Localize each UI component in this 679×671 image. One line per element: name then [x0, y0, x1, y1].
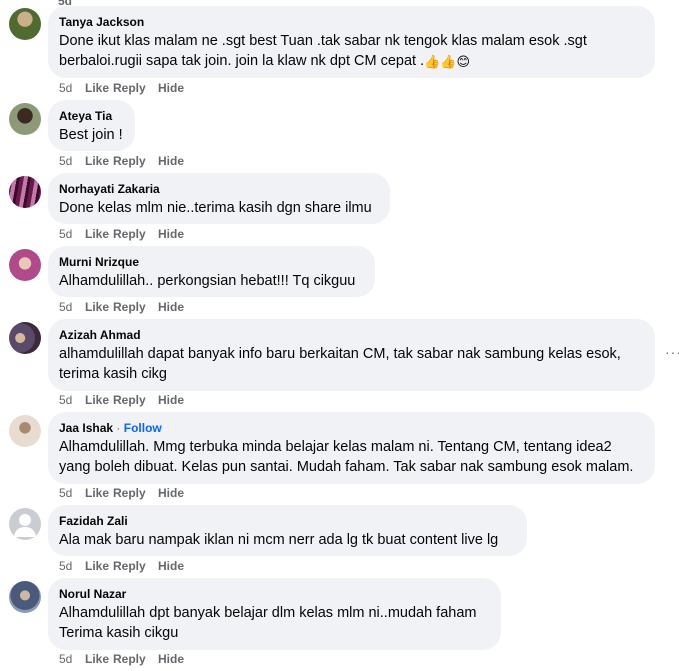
comment-time[interactable]: 5d: [59, 153, 85, 169]
comment-text: Best join !: [59, 125, 123, 145]
like-button[interactable]: Like: [85, 226, 113, 242]
reply-button[interactable]: Reply: [113, 651, 158, 667]
comment-bubble: Ateya Tia Best join !: [48, 100, 135, 151]
reply-button[interactable]: Reply: [113, 558, 158, 574]
like-button[interactable]: Like: [85, 153, 113, 169]
comment-line: yang boleh dibuat. Kelas pun santai. Mud…: [59, 459, 634, 475]
comment-author[interactable]: Azizah Ahmad: [59, 327, 643, 343]
comment-time[interactable]: 5d: [59, 651, 85, 667]
reply-button[interactable]: Reply: [113, 153, 158, 169]
comment-bubble: Norul Nazar Alhamdulillah dpt banyak bel…: [48, 578, 501, 650]
comment-time[interactable]: 5d: [59, 80, 85, 96]
thumbs-up-emoji: 👍: [440, 54, 457, 69]
comment-line-with-emojis: berbaloi.rugii sapa tak join. join la kl…: [59, 51, 643, 71]
comment-text: Alhamdulillah.. perkongsian hebat!!! Tq …: [59, 271, 363, 291]
like-button[interactable]: Like: [85, 299, 113, 315]
comment-time[interactable]: 5d: [59, 299, 85, 315]
comment-time[interactable]: 5d: [59, 226, 85, 242]
comment-bubble: Tanya Jackson Done ikut klas malam ne .s…: [48, 6, 655, 78]
like-button[interactable]: Like: [85, 558, 113, 574]
comment-actions: 5d Like Reply Hide: [59, 392, 198, 408]
comment-actions: 5d Like Reply Hide: [59, 153, 198, 169]
hide-button[interactable]: Hide: [158, 153, 198, 169]
comment-text: alhamdulillah dapat banyak info baru ber…: [59, 344, 643, 384]
comment-author[interactable]: Murni Nrizque: [59, 254, 363, 270]
comment-author[interactable]: Norul Nazar: [59, 586, 489, 602]
reply-button[interactable]: Reply: [113, 226, 158, 242]
hide-button[interactable]: Hide: [158, 392, 198, 408]
hide-button[interactable]: Hide: [158, 299, 198, 315]
comment-text: Done ikut klas malam ne .sgt best Tuan .…: [59, 31, 643, 71]
like-button[interactable]: Like: [85, 80, 113, 96]
comment-line: Done kelas mlm nie..terima kasih dgn sha…: [59, 200, 372, 216]
comment-text: Alhamdulillah dpt banyak belajar dlm kel…: [59, 603, 489, 643]
comment-line: Terima kasih cikgu: [59, 625, 179, 641]
avatar[interactable]: [9, 322, 41, 354]
comment-line: Alhamdulillah dpt banyak belajar dlm kel…: [59, 605, 477, 621]
comment-line: Best join !: [59, 127, 123, 143]
comment-line: alhamdulillah dapat banyak info baru ber…: [59, 346, 621, 362]
comment-bubble: Jaa Ishak · Follow Alhamdulillah. Mmg te…: [48, 412, 655, 484]
comment-author[interactable]: Jaa Ishak: [59, 421, 113, 435]
follow-button[interactable]: Follow: [124, 421, 162, 435]
avatar[interactable]: [9, 581, 41, 613]
comment-time[interactable]: 5d: [59, 558, 85, 574]
smiling-face-emoji: 😊: [456, 54, 471, 69]
reply-button[interactable]: Reply: [113, 299, 158, 315]
comment-actions: 5d Like Reply Hide: [59, 226, 198, 242]
comment-line: Ala mak baru nampak iklan ni mcm nerr ad…: [59, 532, 499, 548]
separator-dot: ·: [116, 421, 121, 435]
comment-actions: 5d Like Reply Hide: [59, 299, 198, 315]
comment-line: berbaloi.rugii sapa tak join. join la kl…: [59, 53, 425, 69]
default-profile-icon: [14, 514, 36, 537]
comment-text: Alhamdulillah. Mmg terbuka minda belajar…: [59, 437, 643, 477]
comment-author[interactable]: Fazidah Zali: [59, 513, 515, 529]
comment-bubble: Azizah Ahmad alhamdulillah dapat banyak …: [48, 319, 655, 391]
reply-button[interactable]: Reply: [113, 392, 158, 408]
like-button[interactable]: Like: [85, 651, 113, 667]
avatar[interactable]: [9, 249, 41, 281]
hide-button[interactable]: Hide: [158, 651, 198, 667]
comment-actions: 5d Like Reply Hide: [59, 558, 198, 574]
comment-line: terima kasih cikg: [59, 366, 167, 382]
comment-line: Alhamdulillah.. perkongsian hebat!!! Tq …: [59, 273, 356, 289]
comment-bubble: Norhayati Zakaria Done kelas mlm nie..te…: [48, 173, 390, 224]
avatar[interactable]: [9, 415, 41, 447]
comment-text: Ala mak baru nampak iklan ni mcm nerr ad…: [59, 530, 515, 550]
comment-time[interactable]: 5d: [59, 485, 85, 501]
avatar[interactable]: [9, 103, 41, 135]
comment-text: Done kelas mlm nie..terima kasih dgn sha…: [59, 198, 378, 218]
hide-button[interactable]: Hide: [158, 558, 198, 574]
reply-button[interactable]: Reply: [113, 485, 158, 501]
thumbs-up-emoji: 👍: [424, 54, 441, 69]
comment-line: Alhamdulillah. Mmg terbuka minda belajar…: [59, 439, 612, 455]
hide-button[interactable]: Hide: [158, 80, 198, 96]
comment-time[interactable]: 5d: [59, 392, 85, 408]
comment-actions: 5d Like Reply Hide: [59, 651, 198, 667]
avatar[interactable]: [9, 508, 41, 540]
like-button[interactable]: Like: [85, 392, 113, 408]
comment-bubble: Fazidah Zali Ala mak baru nampak iklan n…: [48, 505, 527, 556]
more-options-icon[interactable]: ···: [665, 344, 679, 360]
hide-button[interactable]: Hide: [158, 485, 198, 501]
comment-bubble: Murni Nrizque Alhamdulillah.. perkongsia…: [48, 246, 375, 297]
comment-author[interactable]: Tanya Jackson: [59, 14, 643, 30]
like-button[interactable]: Like: [85, 485, 113, 501]
reply-button[interactable]: Reply: [113, 80, 158, 96]
avatar[interactable]: [9, 8, 41, 40]
comment-actions: 5d Like Reply Hide: [59, 80, 198, 96]
comment-author[interactable]: Norhayati Zakaria: [59, 181, 378, 197]
hide-button[interactable]: Hide: [158, 226, 198, 242]
avatar[interactable]: [9, 176, 41, 208]
comment-author[interactable]: Ateya Tia: [59, 108, 123, 124]
comment-actions: 5d Like Reply Hide: [59, 485, 198, 501]
comment-author-row: Jaa Ishak · Follow: [59, 420, 643, 436]
comment-line: Done ikut klas malam ne .sgt best Tuan .…: [59, 33, 587, 49]
